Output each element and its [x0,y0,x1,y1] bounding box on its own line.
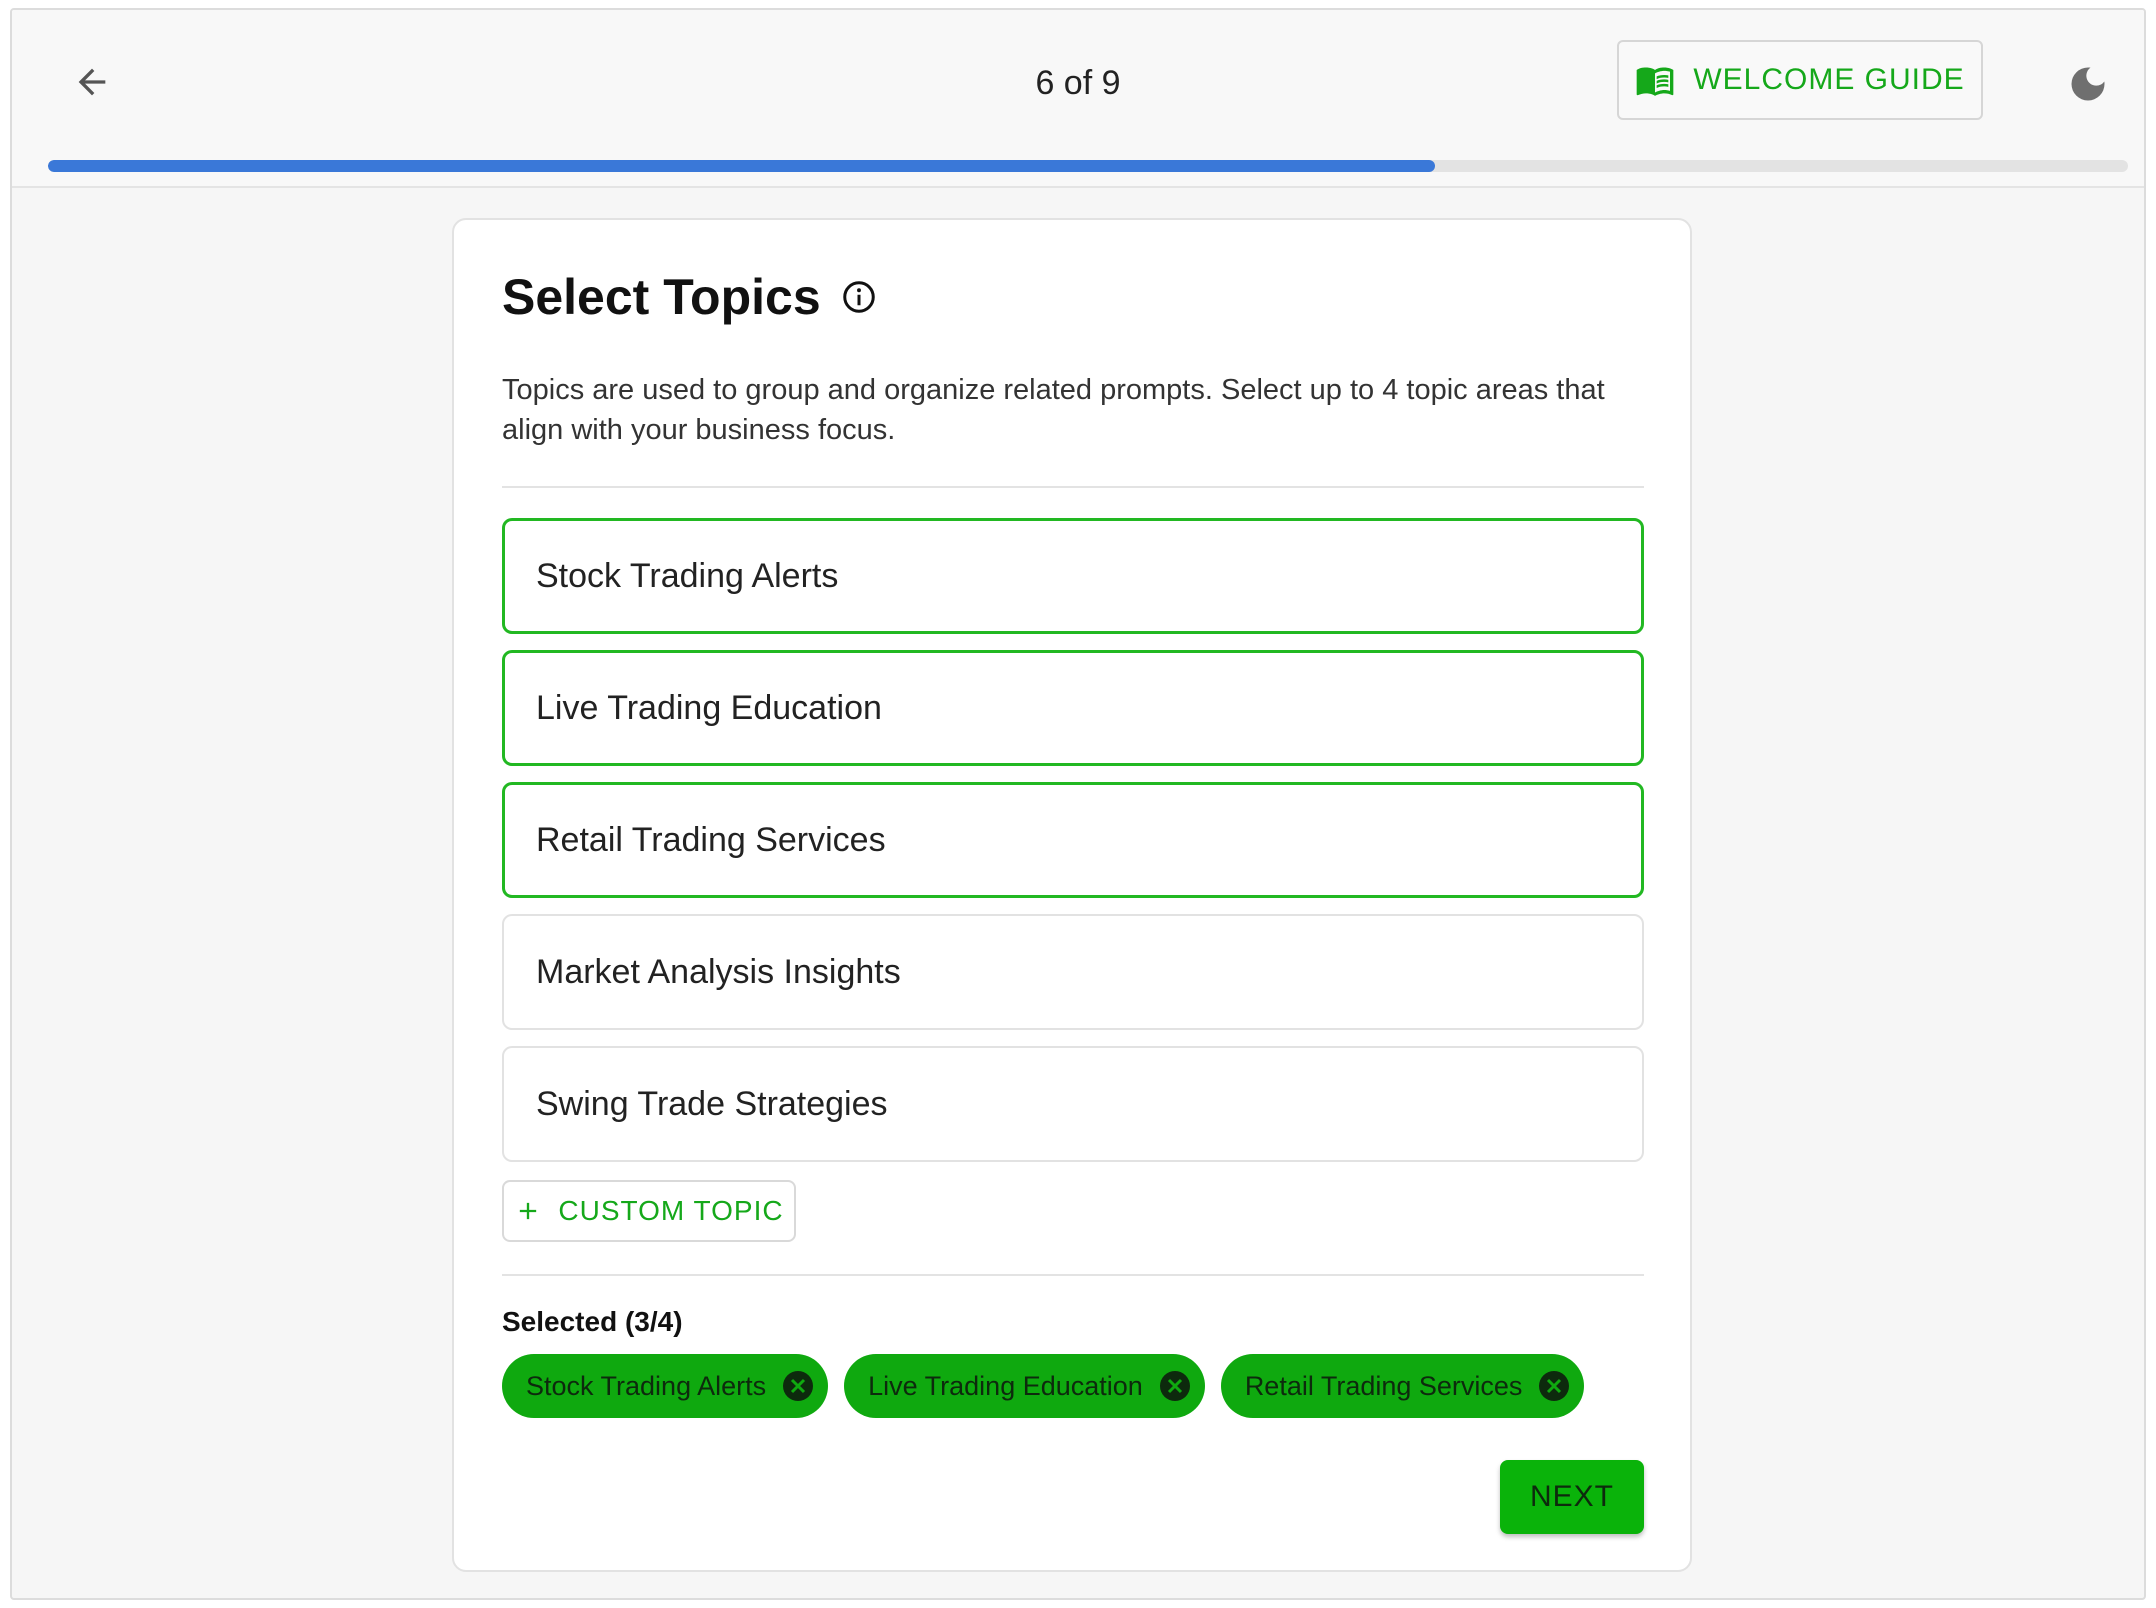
book-icon [1636,67,1674,96]
card-description: Topics are used to group and organize re… [502,374,1605,446]
selected-chip: Stock Trading Alerts [502,1354,829,1418]
chip-label: Retail Trading Services [1244,1370,1523,1401]
progress-bar-fill [48,160,1436,172]
header: 6 of 9 WELCOME GUIDE [12,10,2144,188]
moon-icon [2071,67,2105,101]
app-window: 6 of 9 WELCOME GUIDE Select Topics Topic… [10,8,2146,1600]
progress-bar [48,160,2128,172]
topic-option[interactable]: Stock Trading Alerts [502,518,1644,634]
plus-icon [520,1202,537,1220]
page-title: Select Topics [502,269,821,325]
topic-option[interactable]: Swing Trade Strategies [502,1046,1644,1162]
topic-option[interactable]: Retail Trading Services [502,782,1644,898]
divider [502,486,1644,488]
selected-chips: Stock Trading Alerts Live Trading Educat… [502,1354,1585,1418]
info-icon[interactable] [841,279,877,315]
close-circle-icon[interactable] [1157,1368,1193,1404]
topic-option[interactable]: Live Trading Education [502,650,1644,766]
selected-count-label: Selected (3/4) [502,1306,683,1337]
divider [502,1274,1644,1276]
welcome-guide-label: WELCOME GUIDE [1693,63,1965,96]
chip-label: Stock Trading Alerts [526,1370,767,1401]
topic-option[interactable]: Market Analysis Insights [502,914,1644,1030]
theme-toggle-button[interactable] [2062,58,2114,110]
selected-chip: Retail Trading Services [1220,1354,1585,1418]
next-button[interactable]: NEXT [1500,1460,1644,1534]
close-circle-icon[interactable] [780,1368,816,1404]
chip-label: Live Trading Education [868,1370,1143,1401]
custom-topic-label: CUSTOM TOPIC [558,1195,784,1226]
card-title-row: Select Topics [502,268,877,326]
selected-chip: Live Trading Education [844,1354,1205,1418]
select-topics-card: Select Topics Topics are used to group a… [452,218,1692,1572]
welcome-guide-button[interactable]: WELCOME GUIDE [1617,40,1983,120]
close-circle-icon[interactable] [1536,1368,1572,1404]
custom-topic-button[interactable]: CUSTOM TOPIC [502,1180,796,1242]
topic-list: Stock Trading Alerts Live Trading Educat… [502,518,1644,1178]
